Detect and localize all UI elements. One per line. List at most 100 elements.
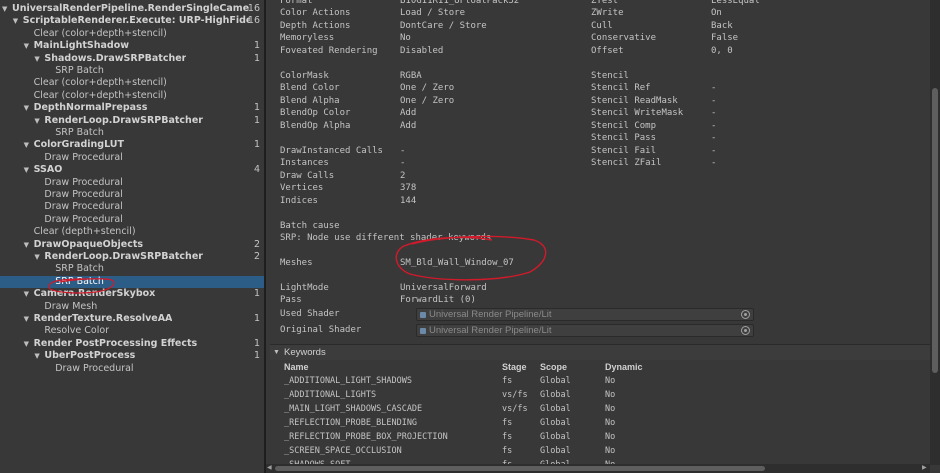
object-picker-icon[interactable] (741, 326, 750, 335)
tree-item[interactable]: ▼ RenderLoop.DrawSRPBatcher 1 (0, 115, 264, 127)
expand-arrow-icon[interactable]: ▼ (24, 313, 29, 325)
expand-arrow-icon[interactable]: ▼ (34, 251, 39, 263)
tree-item[interactable]: ▼ ColorGradingLUT 1 (0, 139, 264, 151)
keyword-stage-cell: vs/fs (502, 404, 528, 414)
tree-item-label: Clear (color+depth+stencil) (33, 77, 167, 89)
keyword-name-cell: _REFLECTION_PROBE_BLENDING (284, 418, 418, 428)
tree-item[interactable]: ▼ ScriptableRenderer.Execute: URP-HighFid… (0, 15, 264, 27)
object-picker-icon[interactable] (741, 310, 750, 319)
tree-item-label: Camera.RenderSkybox (33, 288, 156, 300)
property-value: - (711, 95, 717, 106)
expand-arrow-icon[interactable]: ▼ (34, 53, 39, 65)
expand-arrow-icon[interactable]: ▼ (2, 3, 7, 15)
tree-item-label: RenderTexture.ResolveAA (33, 313, 173, 324)
vertical-scrollbar-thumb[interactable] (932, 88, 938, 373)
used-shader-field[interactable]: Universal Render Pipeline/Lit (416, 308, 754, 321)
horizontal-scrollbar-thumb[interactable] (275, 466, 765, 471)
tree-item[interactable]: Draw Procedural (0, 363, 264, 375)
expand-arrow-icon[interactable]: ▼ (24, 338, 29, 350)
tree-item[interactable]: SRP Batch (0, 127, 264, 139)
keyword-scope-cell: Global (540, 390, 571, 400)
tree-item-label: Clear (depth+stencil) (33, 226, 136, 238)
expand-arrow-icon[interactable]: ▼ (13, 15, 18, 27)
original-shader-field[interactable]: Universal Render Pipeline/Lit (416, 324, 754, 337)
property-label: ZTest (591, 0, 619, 6)
scroll-left-icon[interactable]: ◀ (267, 464, 272, 471)
property-value: On (711, 8, 722, 19)
tree-item[interactable]: SRP Batch (0, 275, 264, 289)
property-label: Instances (280, 158, 329, 169)
property-label: Blend Color (280, 83, 340, 94)
tree-item[interactable]: SRP Batch (0, 65, 264, 77)
batch-cause-value: SRP: Node use different shader keywords (280, 233, 492, 243)
meshes-value[interactable]: SM_Bld_Wall_Window_07 (400, 258, 514, 268)
property-value: - (711, 120, 717, 131)
keyword-stage-cell: fs (502, 446, 513, 456)
expand-arrow-icon[interactable]: ▼ (34, 350, 39, 362)
tree-item-label: Draw Mesh (44, 300, 98, 312)
tree-item[interactable]: Clear (color+depth+stencil) (0, 28, 264, 40)
keywords-foldout[interactable]: ▼ Keywords (270, 344, 930, 360)
tree-item[interactable]: Draw Procedural (0, 152, 264, 164)
tree-item-label: Clear (color+depth+stencil) (33, 89, 167, 101)
expand-arrow-icon[interactable]: ▼ (24, 288, 29, 300)
property-value: - (711, 158, 717, 169)
tree-item-label: Resolve Color (44, 325, 110, 337)
tree-item-count: 1 (253, 114, 260, 126)
light-mode-label: LightMode (280, 283, 329, 293)
property-value: One / Zero (400, 95, 455, 106)
tree-item[interactable]: ▼ Render PostProcessing Effects 1 (0, 338, 264, 350)
tree-item-label: UniversalRenderPipeline.RenderSingleCame… (12, 3, 250, 14)
tree-item[interactable]: Clear (depth+stencil) (0, 226, 264, 238)
tree-item-label: DepthNormalPrepass (33, 102, 148, 114)
property-value: LessEqual (711, 0, 760, 6)
expand-arrow-icon[interactable]: ▼ (24, 239, 29, 251)
tree-item[interactable]: Draw Procedural (0, 201, 264, 213)
expand-arrow-icon[interactable]: ▼ (24, 139, 29, 151)
expand-arrow-icon[interactable]: ▼ (24, 164, 29, 176)
tree-item[interactable]: ▼ DrawOpaqueObjects 2 (0, 239, 264, 251)
tree-item[interactable]: Draw Procedural (0, 214, 264, 226)
tree-item-label: SRP Batch (55, 127, 104, 138)
tree-item[interactable]: SRP Batch (0, 263, 264, 275)
expand-arrow-icon[interactable]: ▼ (24, 102, 29, 114)
tree-item[interactable]: ▼ UniversalRenderPipeline.RenderSingleCam… (0, 3, 264, 15)
tree-item-count: 2 (253, 238, 260, 250)
tree-item[interactable]: ▼ RenderTexture.ResolveAA 1 (0, 313, 264, 325)
keywords-header-name: Name (284, 362, 309, 372)
tree-item[interactable]: ▼ RenderLoop.DrawSRPBatcher 2 (0, 251, 264, 263)
keyword-name-cell: _ADDITIONAL_LIGHTS (284, 390, 377, 400)
tree-item[interactable]: ▼ SSAO 4 (0, 164, 264, 176)
original-shader-label: Original Shader (280, 325, 362, 335)
tree-item-label: SRP Batch (55, 65, 104, 76)
tree-item-label: Draw Procedural (44, 201, 123, 213)
tree-item[interactable]: Clear (color+depth+stencil) (0, 77, 264, 89)
tree-item[interactable]: Draw Mesh (0, 301, 264, 313)
property-label: Format (280, 0, 313, 6)
tree-item-label: SSAO (33, 164, 63, 176)
property-value: - (711, 145, 717, 156)
expand-arrow-icon[interactable]: ▼ (24, 40, 29, 52)
event-details-panel: Format B10G11R11_UFloatPack32 Color Action… (266, 0, 940, 473)
tree-item[interactable]: Draw Procedural (0, 177, 264, 189)
tree-item[interactable]: ▼ MainLightShadow 1 (0, 40, 264, 52)
property-label: Offset (591, 45, 624, 56)
shader-icon (420, 312, 426, 318)
tree-item[interactable]: ▼ DepthNormalPrepass 1 (0, 102, 264, 114)
tree-item-label: ScriptableRenderer.Execute: URP-HighFide… (22, 15, 250, 27)
scroll-right-icon[interactable]: ▶ (922, 464, 927, 471)
keywords-title: Keywords (284, 347, 326, 358)
property-label: Stencil Ref (591, 83, 651, 94)
tree-item[interactable]: ▼ UberPostProcess 1 (0, 350, 264, 362)
tree-item-count: 2 (253, 251, 260, 262)
tree-item[interactable]: ▼ Shadows.DrawSRPBatcher 1 (0, 53, 264, 65)
tree-item[interactable]: ▼ Camera.RenderSkybox 1 (0, 288, 264, 300)
keyword-stage-cell: fs (502, 418, 513, 428)
tree-item[interactable]: Draw Procedural (0, 189, 264, 201)
tree-item[interactable]: Clear (color+depth+stencil) (0, 90, 264, 102)
expand-arrow-icon[interactable]: ▼ (34, 115, 39, 127)
tree-item[interactable]: Resolve Color (0, 325, 264, 337)
keyword-name-cell: _SCREEN_SPACE_OCCLUSION (284, 446, 402, 456)
frame-event-tree: ▼ UniversalRenderPipeline.RenderSingleCam… (0, 0, 264, 473)
property-value: 378 (400, 183, 417, 194)
